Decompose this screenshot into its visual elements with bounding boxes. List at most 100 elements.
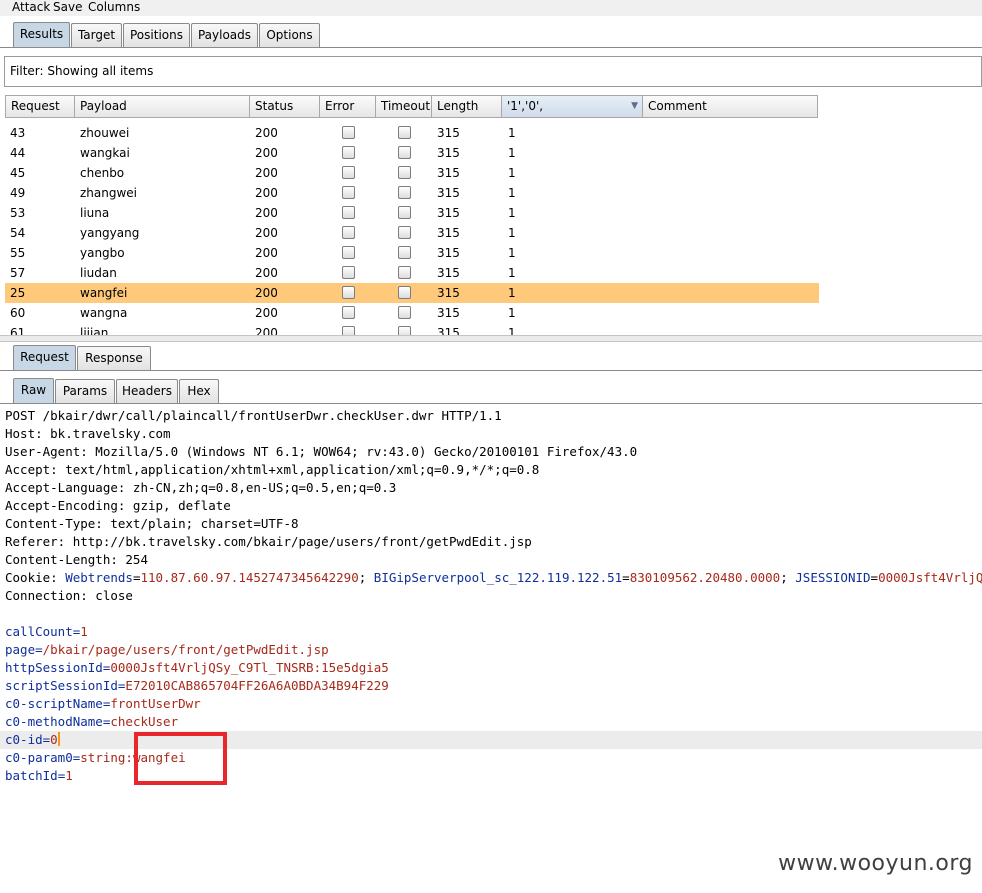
col-grep-match[interactable]: '1','0', ▼ [502,95,643,118]
timeout-checkbox[interactable] [398,286,411,299]
table-row[interactable]: 61 lijian 200 315 1 [5,323,819,335]
col-status[interactable]: Status [250,95,320,118]
table-row[interactable]: 25 wangfei 200 315 1 [5,283,819,303]
tab-results[interactable]: Results [13,22,70,47]
cell-payload: wangna [80,306,128,320]
cell-payload: chenbo [80,166,125,180]
col-request[interactable]: Request [5,95,75,118]
table-row[interactable]: 53 liuna 200 315 1 [5,203,819,223]
tab-target[interactable]: Target [71,23,122,47]
cell-payload: lijian [80,326,109,335]
cookie-value: 110.87.60.97.1452747345642290 [140,570,359,585]
cookie-key: JSESSIONID [795,570,871,585]
cell-status: 200 [255,266,278,280]
tab-response[interactable]: Response [77,346,151,370]
param-key: batchId [5,768,58,783]
header-content-type: Content-Type: text/plain; charset=UTF-8 [5,516,299,531]
cell-status: 200 [255,126,278,140]
cell-status: 200 [255,206,278,220]
cell-payload: zhouwei [80,126,130,140]
error-checkbox[interactable] [342,166,355,179]
header-accept-encoding: Accept-Encoding: gzip, deflate [5,498,231,513]
col-payload[interactable]: Payload [75,95,250,118]
cookie-key: Webtrends [65,570,133,585]
table-row[interactable]: 44 wangkai 200 315 1 [5,143,819,163]
col-error[interactable]: Error [320,95,376,118]
tab-options[interactable]: Options [259,23,320,47]
timeout-checkbox[interactable] [398,306,411,319]
param-value: checkUser [110,714,179,729]
cell-grep-match: 1 [508,126,516,140]
cell-length: 315 [437,226,460,240]
cell-grep-match: 1 [508,306,516,320]
param-value: 0000Jsft4VrljQSy_C9Tl_TNSRB:15e5dgia5 [110,660,389,675]
cell-payload: zhangwei [80,186,138,200]
error-checkbox[interactable] [342,186,355,199]
header-accept: Accept: text/html,application/xhtml+xml,… [5,462,540,477]
tab-headers[interactable]: Headers [116,379,178,403]
error-checkbox[interactable] [342,206,355,219]
text-caret [57,732,60,746]
timeout-checkbox[interactable] [398,326,411,335]
table-row[interactable]: 55 yangbo 200 315 1 [5,243,819,263]
param-key: page [5,642,36,657]
param-value: 1 [80,624,88,639]
timeout-checkbox[interactable] [398,166,411,179]
error-checkbox[interactable] [342,246,355,259]
table-row[interactable]: 49 zhangwei 200 315 1 [5,183,819,203]
cell-status: 200 [255,246,278,260]
pane-splitter[interactable] [0,335,982,342]
highlight-box [134,732,227,785]
timeout-checkbox[interactable] [398,266,411,279]
error-checkbox[interactable] [342,326,355,335]
table-row[interactable]: 54 yangyang 200 315 1 [5,223,819,243]
cookie-value: 0000Jsft4VrljQSy_C9Tl_TNSRB:15e5dgia5 [878,570,982,585]
col-length[interactable]: Length [432,95,502,118]
error-checkbox[interactable] [342,286,355,299]
raw-request-editor[interactable]: POST /bkair/dwr/call/plaincall/frontUser… [0,406,982,893]
timeout-checkbox[interactable] [398,246,411,259]
cell-status: 200 [255,186,278,200]
timeout-checkbox[interactable] [398,186,411,199]
timeout-checkbox[interactable] [398,226,411,239]
menu-columns[interactable]: Columns [88,0,140,14]
tab-payloads[interactable]: Payloads [191,23,258,47]
menu-save[interactable]: Save [53,0,82,14]
timeout-checkbox[interactable] [398,126,411,139]
cookie-label: Cookie: [5,570,66,585]
table-row[interactable]: 60 wangna 200 315 1 [5,303,819,323]
param-key: c0-param0 [5,750,73,765]
param-value: /bkair/page/users/front/getPwdEdit.jsp [42,642,329,657]
tab-positions[interactable]: Positions [123,23,190,47]
tab-params[interactable]: Params [55,379,115,403]
timeout-checkbox[interactable] [398,206,411,219]
error-checkbox[interactable] [342,306,355,319]
cell-length: 315 [437,186,460,200]
table-row[interactable]: 57 liudan 200 315 1 [5,263,819,283]
sort-desc-icon: ▼ [631,101,638,111]
param-value: frontUserDwr [110,696,201,711]
watermark: www.wooyun.org [778,851,973,876]
timeout-checkbox[interactable] [398,146,411,159]
view-tabbar: Raw Params Headers Hex [0,378,982,404]
filter-bar[interactable]: Filter: Showing all items [4,56,982,87]
tab-request[interactable]: Request [13,345,76,370]
error-checkbox[interactable] [342,266,355,279]
col-comment[interactable]: Comment [643,95,818,118]
error-checkbox[interactable] [342,146,355,159]
error-checkbox[interactable] [342,126,355,139]
cell-length: 315 [437,266,460,280]
tab-hex[interactable]: Hex [179,379,219,403]
cell-payload: liudan [80,266,117,280]
error-checkbox[interactable] [342,226,355,239]
body-param: c0-scriptName=frontUserDwr [5,696,201,711]
menu-attack[interactable]: Attack [12,0,50,14]
tab-raw[interactable]: Raw [13,378,54,403]
cell-grep-match: 1 [508,266,516,280]
body-param: c0-methodName=checkUser [5,714,179,729]
table-row[interactable]: 45 chenbo 200 315 1 [5,163,819,183]
col-timeout[interactable]: Timeout [376,95,432,118]
results-table: Request Payload Status Error Timeout Len… [4,95,982,335]
body-param: httpSessionId=0000Jsft4VrljQSy_C9Tl_TNSR… [5,660,389,675]
table-row[interactable]: 43 zhouwei 200 315 1 [5,123,819,143]
